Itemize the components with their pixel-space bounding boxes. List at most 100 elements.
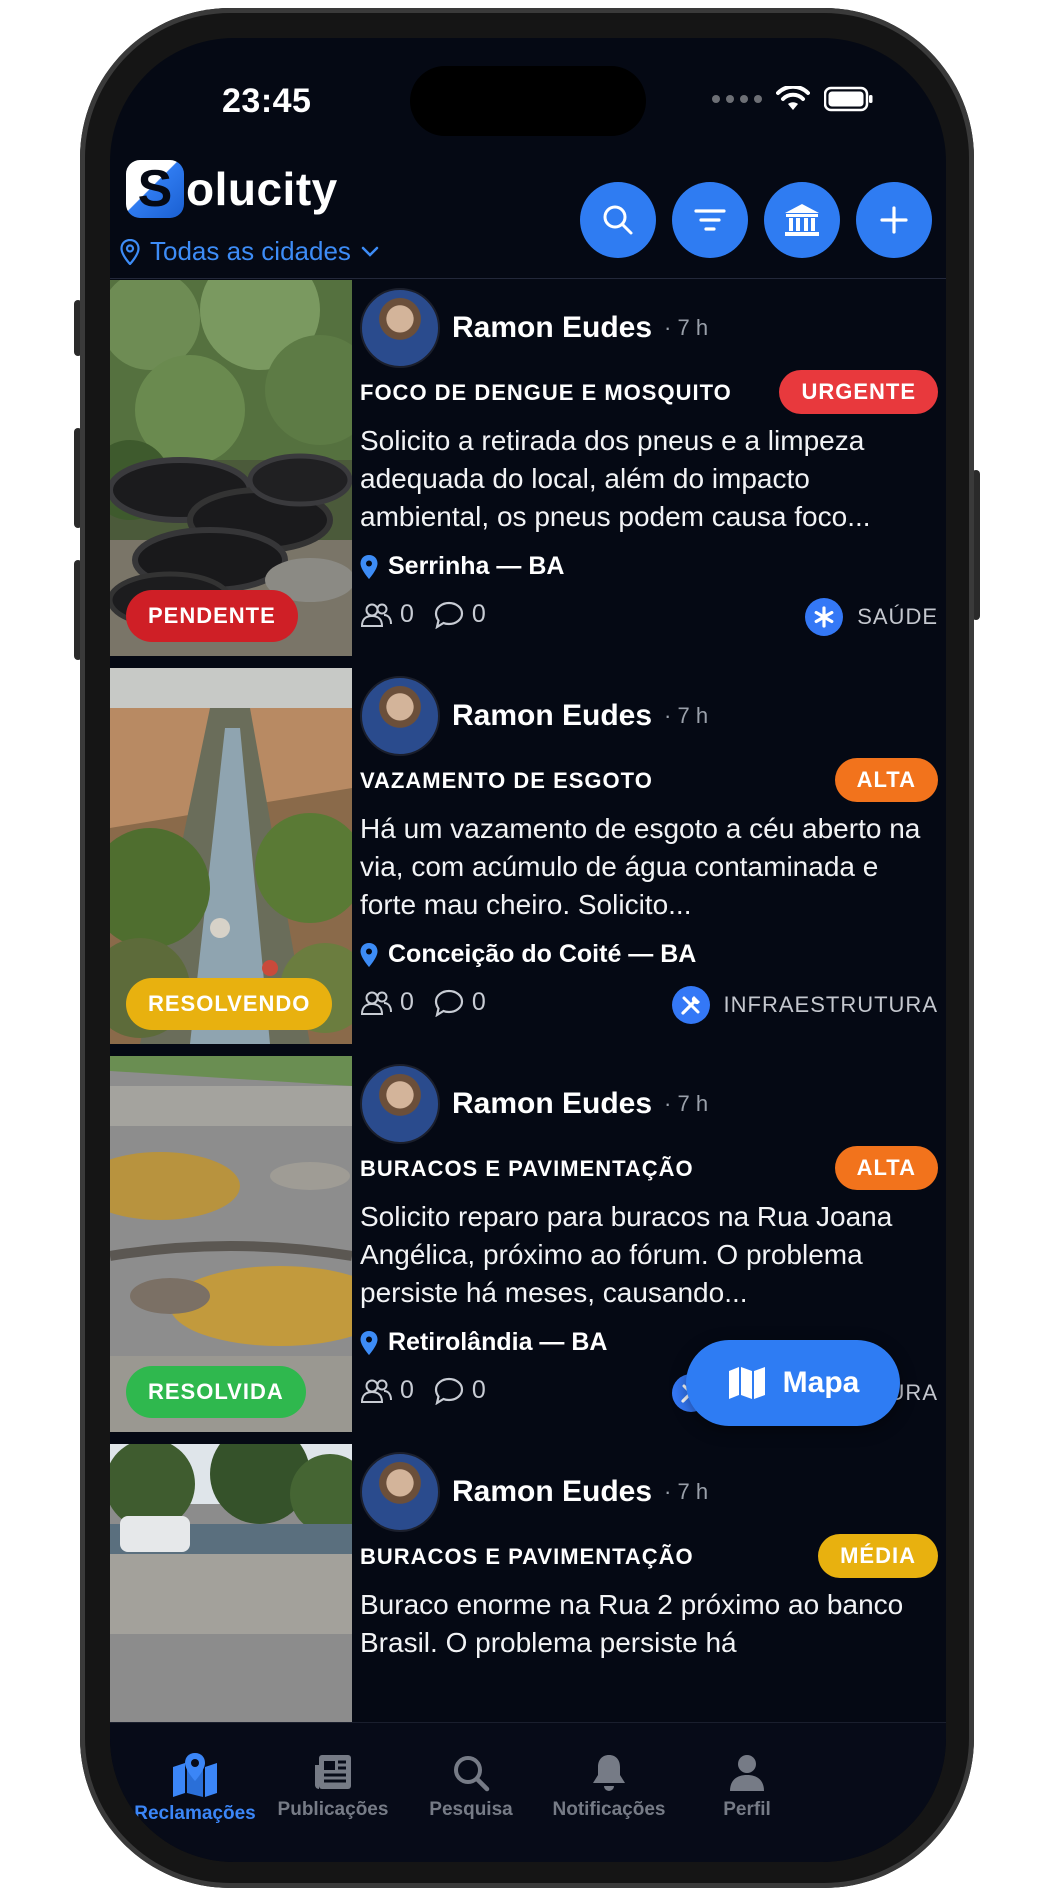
author-name: Ramon Eudes [452,699,653,732]
domain-tag: SAÚDE [805,598,938,636]
complaint-card[interactable]: RESOLVENDO Ramon Eudes · 7 h VAZAMENTO D… [110,668,946,1056]
tab-pesquisa[interactable]: Pesquisa [396,1753,546,1821]
supporters-count: 0 [400,600,414,628]
author-row[interactable]: Ramon Eudes · 7 h [360,1452,708,1532]
complaint-card[interactable]: Ramon Eudes · 7 h BURACOS E PAVIMENTAÇÃO… [110,1444,946,1722]
post-time: · 7 h [664,315,709,340]
supporters-stat[interactable]: 0 [360,1376,414,1405]
complaint-photo[interactable]: RESOLVIDA [110,1056,352,1432]
engagement-stats: 0 0 [360,988,506,1017]
location-pin-icon [120,238,140,265]
author-row[interactable]: Ramon Eudes · 7 h [360,1064,708,1144]
city-selector[interactable]: Todas as cidades [120,236,379,267]
supporters-count: 0 [400,988,414,1016]
location-pin-icon [360,554,378,579]
complaint-description: Há um vazamento de esgoto a céu aberto n… [360,813,921,920]
avatar [360,1064,440,1144]
institution-button[interactable] [764,182,840,258]
filter-button[interactable] [672,182,748,258]
author-row[interactable]: Ramon Eudes · 7 h [360,676,708,756]
tab-label: Publicações [277,1799,389,1820]
complaint-location: Conceição do Coité — BA [360,940,696,969]
complaint-photo[interactable] [110,1444,352,1722]
complaint-description: Buraco enorme na Rua 2 próximo ao banco … [360,1589,904,1658]
status-badge: RESOLVIDA [126,1366,306,1418]
domain-label: SAÚDE [857,604,938,629]
complaint-category: BURACOS E PAVIMENTAÇÃO [360,1544,694,1569]
location-label: Serrinha — BA [388,552,565,580]
users-icon [360,603,392,627]
location-label: Conceição do Coité — BA [388,940,697,968]
logo-mark: S [126,160,184,218]
status-time: 23:45 [222,82,312,120]
supporters-stat[interactable]: 0 [360,600,414,629]
users-icon [360,1379,392,1403]
domain-label: INFRAESTRUTURA [723,992,938,1017]
complaint-category: FOCO DE DENGUE E MOSQUITO [360,380,732,405]
comments-count: 0 [471,1376,486,1404]
tab-label: Reclamações [134,1803,256,1824]
status-icons [712,86,874,112]
author-row[interactable]: Ramon Eudes · 7 h [360,288,708,368]
status-badge: RESOLVENDO [126,978,333,1030]
post-time: · 7 h [664,703,709,728]
search-button[interactable] [580,182,656,258]
app-screen: 23:45 S olucity Todas as cidades PENDENT… [110,38,946,1862]
location-pin-icon [360,942,378,967]
location-pin-icon [360,1330,378,1355]
header-actions [580,182,932,258]
wifi-icon [776,86,810,110]
complaint-photo[interactable]: PENDENTE [110,280,352,656]
status-badge: PENDENTE [126,590,298,642]
users-icon [360,991,392,1015]
complaint-description: Solicito reparo para buracos na Rua Joan… [360,1201,893,1308]
tab-perfil[interactable]: Perfil [672,1753,822,1821]
institution-icon [785,204,819,236]
priority-badge: ALTA [834,758,938,802]
newspaper-icon [315,1755,351,1789]
avatar [360,1452,440,1532]
header-divider [110,278,946,279]
tab-notificacoes[interactable]: Notificações [534,1753,684,1821]
asterisk-icon [805,598,844,636]
priority-badge: URGENTE [779,370,938,414]
tab-publicacoes[interactable]: Publicações [258,1753,408,1821]
comments-count: 0 [471,988,486,1016]
complaint-body: Ramon Eudes · 7 h VAZAMENTO DE ESGOTO AL… [360,668,938,1044]
complaint-card[interactable]: PENDENTE Ramon Eudes · 7 h FOCO DE DENGU… [110,280,946,668]
add-complaint-button[interactable] [856,182,932,258]
tab-label: Perfil [723,1799,771,1820]
supporters-stat[interactable]: 0 [360,988,414,1017]
map-button[interactable]: Mapa [686,1340,900,1426]
comments-stat[interactable]: 0 [434,988,486,1017]
priority-badge: ALTA [834,1146,938,1190]
user-icon [730,1755,764,1791]
author-name: Ramon Eudes [452,1087,653,1120]
author-name: Ramon Eudes [452,1475,653,1508]
bell-icon [593,1755,625,1791]
comment-icon [434,601,464,629]
post-time: · 7 h [664,1479,709,1504]
domain-tag: INFRAESTRUTURA [671,986,938,1024]
priority-badge: MÉDIA [818,1534,938,1578]
comments-stat[interactable]: 0 [434,1376,486,1405]
supporters-count: 0 [400,1376,414,1404]
chevron-down-icon [361,246,379,257]
tab-label: Pesquisa [429,1799,513,1820]
author-name: Ramon Eudes [452,311,653,344]
complaint-category: VAZAMENTO DE ESGOTO [360,768,653,793]
comments-stat[interactable]: 0 [434,600,486,629]
complaint-photo[interactable]: RESOLVENDO [110,668,352,1044]
complaints-feed[interactable]: PENDENTE Ramon Eudes · 7 h FOCO DE DENGU… [110,280,946,1722]
filter-icon [694,209,726,231]
tools-icon [671,986,710,1024]
tab-reclamacoes[interactable]: Reclamações [120,1753,270,1825]
logo-text: olucity [186,163,338,215]
plus-icon [880,206,908,234]
complaint-description: Solicito a retirada dos pneus e a limpez… [360,425,871,532]
complaint-location: Serrinha — BA [360,552,564,581]
map-icon [728,1367,765,1399]
search-icon [454,1756,490,1792]
search-icon [603,205,633,235]
engagement-stats: 0 0 [360,600,506,629]
